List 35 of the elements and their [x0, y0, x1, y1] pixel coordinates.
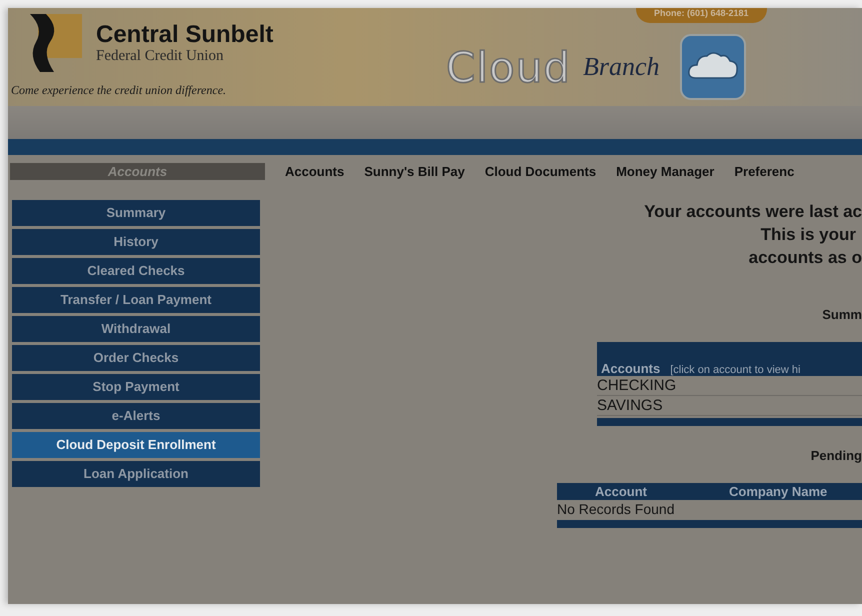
nav-link[interactable]: Preferenc [734, 164, 794, 179]
account-link[interactable]: CHECKING [597, 376, 862, 396]
branch-subtitle: Branch [582, 52, 660, 82]
sidebar-item[interactable]: History [12, 229, 260, 255]
sidebar-item[interactable]: Withdrawal [12, 316, 260, 342]
section-heading: Summ [822, 307, 862, 322]
empty-message: No Records Found [557, 500, 676, 518]
sidebar-item[interactable]: Cleared Checks [12, 258, 260, 284]
section-title: Accounts [10, 163, 265, 180]
tagline: Come experience the credit union difference. [11, 83, 226, 98]
nav-link[interactable]: Money Manager [616, 164, 714, 179]
brand-name: Central Sunbelt [96, 22, 274, 48]
brand-subtitle: Federal Credit Union [96, 48, 224, 65]
intro-text: This is your [760, 224, 856, 246]
sidebar-item[interactable]: Summary [12, 200, 260, 226]
column-header: Accounts [601, 361, 660, 376]
nav-link[interactable]: Cloud Documents [484, 164, 596, 179]
account-link[interactable]: SAVINGS [597, 396, 862, 416]
nav-link[interactable]: Sunny's Bill Pay [364, 164, 465, 179]
sidebar-item[interactable]: Transfer / Loan Payment [12, 287, 260, 313]
nav-link[interactable]: Accounts [285, 164, 344, 179]
sidebar-item[interactable]: Cloud Deposit Enrollment [12, 432, 260, 458]
intro-text: accounts as o [748, 247, 862, 269]
column-header: Account [595, 484, 648, 499]
sidebar-item[interactable]: e-Alerts [12, 403, 260, 429]
header-hint: [click on account to view hi [670, 364, 800, 376]
column-header: Company Name [729, 484, 828, 499]
branch-title: Cloud [446, 42, 571, 92]
phone-badge: Phone: (601) 648-2181 [636, 8, 767, 23]
section-heading: Pending [810, 448, 862, 463]
cloud-icon [680, 34, 746, 100]
sidebar-item[interactable]: Order Checks [12, 345, 260, 371]
intro-text: Your accounts were last ac [644, 201, 862, 223]
sidebar-item[interactable]: Stop Payment [12, 374, 260, 400]
sidebar-item[interactable]: Loan Application [12, 461, 260, 487]
